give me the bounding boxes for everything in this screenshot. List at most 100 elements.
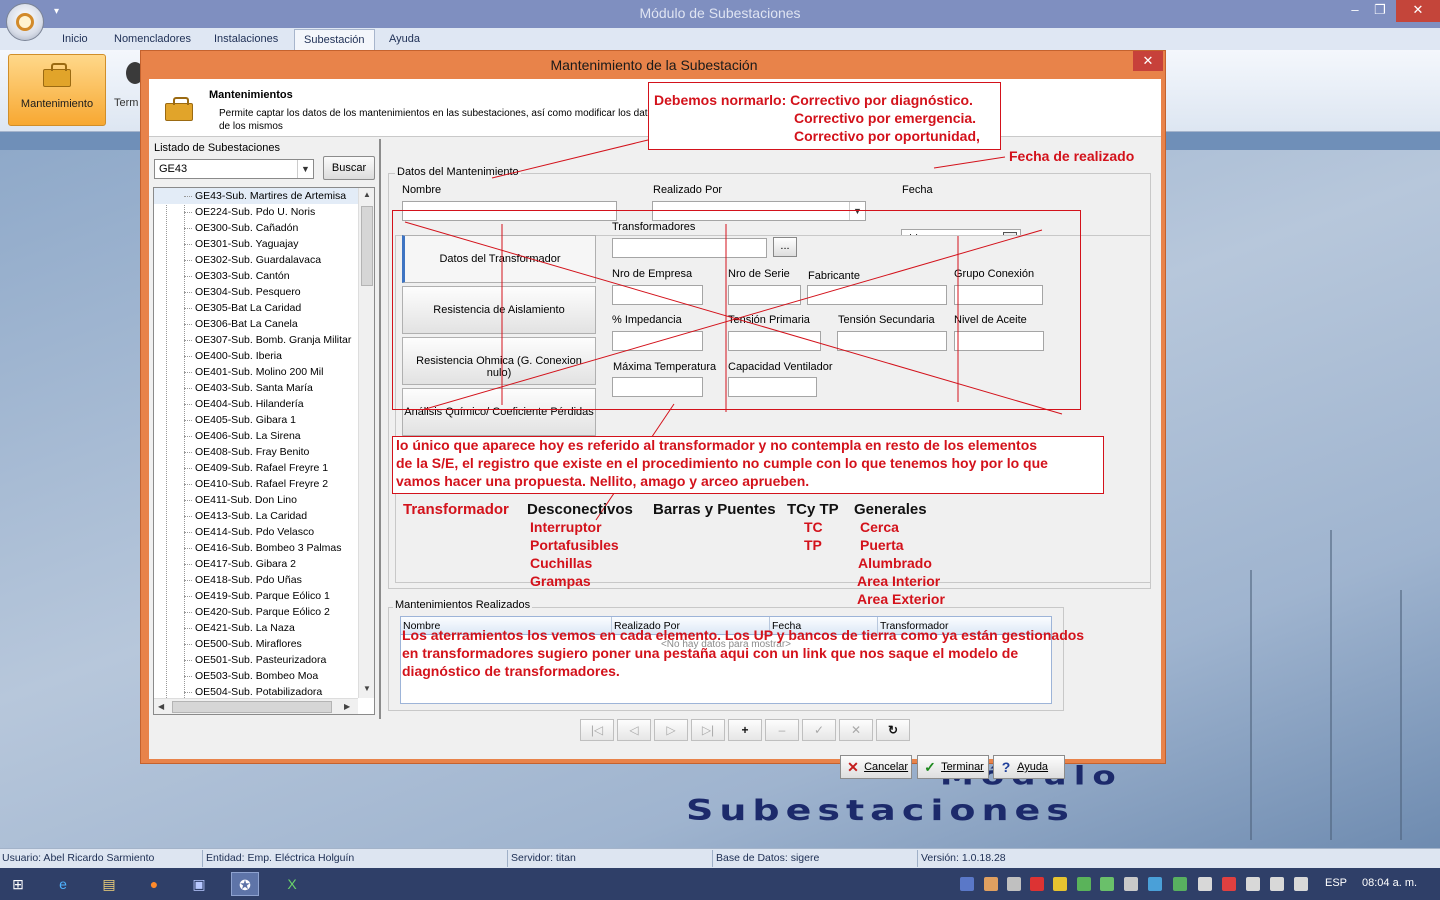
tree-item[interactable]: OE417-Sub. Gibara 2 [154,556,358,572]
scroll-down-icon[interactable]: ▼ [363,684,371,693]
tray-icon[interactable] [1270,877,1284,891]
tree-item[interactable]: OE410-Sub. Rafael Freyre 2 [154,476,358,492]
terminar-button[interactable]: ✓ Terminar [917,755,989,779]
tree-item[interactable]: OE304-Sub. Pesquero [154,284,358,300]
nav-delete-button[interactable]: – [765,719,799,741]
tree-item[interactable]: OE303-Sub. Cantón [154,268,358,284]
tree-item[interactable]: OE416-Sub. Bombeo 3 Palmas [154,540,358,556]
tree-vertical-scrollbar[interactable]: ▲ ▼ [358,188,374,698]
tab-ayuda[interactable]: Ayuda [389,33,420,45]
tree-item[interactable]: OE305-Bat La Caridad [154,300,358,316]
tree-item[interactable]: OE405-Sub. Gibara 1 [154,412,358,428]
scroll-right-icon[interactable]: ▶ [344,702,350,711]
volume-icon[interactable] [1124,877,1138,891]
cancelar-button[interactable]: ✕ Cancelar [840,755,912,779]
tab-nomencladores[interactable]: Nomencladores [114,33,191,45]
nav-next-button[interactable]: ▷ [654,719,688,741]
tray-icon[interactable] [984,877,998,891]
tree-item[interactable]: OE414-Sub. Pdo Velasco [154,524,358,540]
restore-button[interactable]: ❐ [1368,0,1392,22]
terminar-label: Terminar [941,761,984,774]
network-icon[interactable] [1173,877,1187,891]
group-realizados-label: Mantenimientos Realizados [393,599,533,611]
tree-item[interactable]: OE409-Sub. Rafael Freyre 1 [154,460,358,476]
tree-item[interactable]: OE302-Sub. Guardalavaca [154,252,358,268]
tree-item[interactable]: OE408-Sub. Fray Benito [154,444,358,460]
tray-icon[interactable] [1077,877,1091,891]
tree-item[interactable]: OE501-Sub. Pasteurizadora [154,652,358,668]
scroll-up-icon[interactable]: ▲ [363,190,371,199]
nav-cancel-button[interactable]: ✕ [839,719,873,741]
bluetooth-icon[interactable] [960,877,974,891]
subestaciones-app-icon[interactable]: ✪ [231,872,259,896]
tray-icon[interactable] [1053,877,1067,891]
tree-item[interactable]: OE420-Sub. Parque Eólico 2 [154,604,358,620]
chevron-down-icon[interactable]: ▼ [297,160,313,178]
tree-item[interactable]: OE503-Sub. Bombeo Moa [154,668,358,684]
tab-inicio[interactable]: Inicio [62,33,88,45]
ie-browser-icon[interactable]: e [49,872,77,896]
tray-icon[interactable] [1198,877,1212,891]
tree-item[interactable]: GE43-Sub. Martires de Artemisa [154,188,358,204]
panel-splitter[interactable] [379,139,381,719]
cancelar-label: Cancelar [864,761,909,774]
ribbon-terminar-label[interactable]: Term [114,97,138,109]
tree-item[interactable]: OE406-Sub. La Sirena [154,428,358,444]
scroll-thumb[interactable] [361,206,373,286]
nav-add-button[interactable]: + [728,719,762,741]
antivirus-icon[interactable] [1030,877,1044,891]
buscar-button[interactable]: Buscar [323,156,375,180]
ribbon-mantenimiento-button[interactable]: Mantenimiento [8,54,106,126]
tray-icon[interactable] [1222,877,1236,891]
scroll-left-icon[interactable]: ◀ [158,702,164,711]
tree-item[interactable]: OE307-Sub. Bomb. Granja Militar [154,332,358,348]
tray-icon[interactable] [1148,877,1162,891]
quick-access-dropdown-icon[interactable]: ▾ [54,6,59,17]
category-transformador: Transformador [403,501,509,518]
app-menu-orb-icon[interactable] [6,3,44,41]
tree-item[interactable]: OE401-Sub. Molino 200 Mil [154,364,358,380]
tree-item[interactable]: OE301-Sub. Yaguajay [154,236,358,252]
tree-item[interactable]: OE421-Sub. La Naza [154,620,358,636]
substation-tree[interactable]: GE43-Sub. Martires de Artemisa OE224-Sub.… [153,187,375,715]
category-generales: Generales [854,501,927,518]
scroll-thumb[interactable] [172,701,332,713]
taskbar-clock[interactable]: 08:04 a. m. [1362,877,1417,889]
tree-item[interactable]: OE403-Sub. Santa María [154,380,358,396]
status-base-datos: Base de Datos: sigere [716,852,820,864]
ayuda-button[interactable]: ? Ayuda [993,755,1065,779]
tree-item[interactable]: OE224-Sub. Pdo U. Noris [154,204,358,220]
nav-confirm-button[interactable]: ✓ [802,719,836,741]
save-app-icon[interactable]: ▣ [185,872,213,896]
tab-instalaciones[interactable]: Instalaciones [214,33,278,45]
minimize-button[interactable]: – [1342,0,1368,22]
tree-horizontal-scrollbar[interactable]: ◀ ▶ [154,698,358,714]
tree-item[interactable]: OE500-Sub. Miraflores [154,636,358,652]
tree-item[interactable]: OE418-Sub. Pdo Uñas [154,572,358,588]
tray-icon[interactable] [1294,877,1308,891]
nav-last-button[interactable]: ▷| [691,719,725,741]
nav-prev-button[interactable]: ◁ [617,719,651,741]
language-indicator[interactable]: ESP [1325,877,1347,889]
nav-refresh-button[interactable]: ↻ [876,719,910,741]
tree-item[interactable]: OE413-Sub. La Caridad [154,508,358,524]
dialog-close-button[interactable]: ✕ [1133,51,1163,71]
tray-icon[interactable] [1246,877,1260,891]
tree-item[interactable]: OE300-Sub. Cañadón [154,220,358,236]
nav-first-button[interactable]: |◁ [580,719,614,741]
tree-item[interactable]: OE306-Bat La Canela [154,316,358,332]
firefox-icon[interactable]: ● [140,872,168,896]
substation-combo[interactable]: GE43 ▼ [154,159,314,179]
windows-start-icon[interactable]: ⊞ [4,872,32,896]
tree-item[interactable]: OE419-Sub. Parque Eólico 1 [154,588,358,604]
close-app-button[interactable]: ✕ [1396,0,1440,22]
tree-item[interactable]: OE404-Sub. Hilandería [154,396,358,412]
tree-item[interactable]: OE400-Sub. Iberia [154,348,358,364]
excel-icon[interactable]: X [278,872,306,896]
file-explorer-icon[interactable]: ▤ [95,872,123,896]
pylon-decoration [1400,590,1402,840]
tree-item[interactable]: OE411-Sub. Don Lino [154,492,358,508]
tab-subestacion[interactable]: Subestación [294,29,375,50]
tray-icon[interactable] [1007,877,1021,891]
tray-icon[interactable] [1100,877,1114,891]
